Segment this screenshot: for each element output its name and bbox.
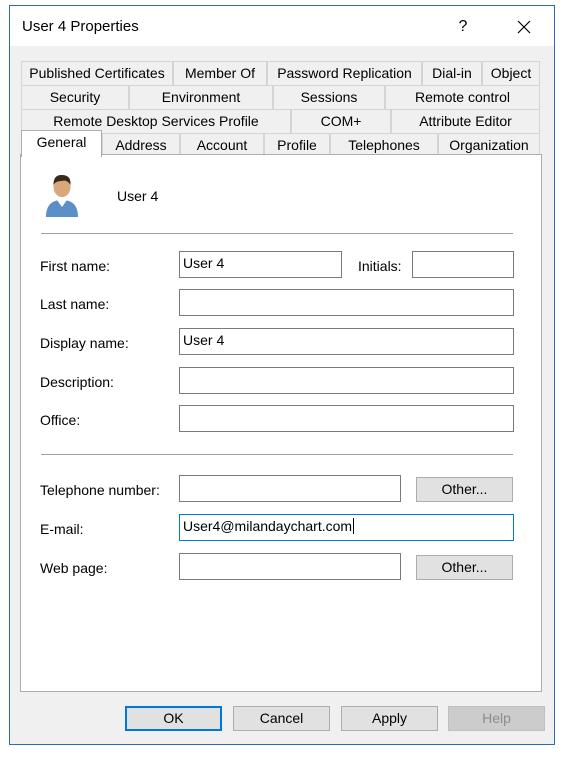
text-caret [353,518,355,534]
cancel-button[interactable]: Cancel [233,706,330,731]
tab-com-plus[interactable]: COM+ [291,109,391,133]
email-value: User4@milandaychart.com [183,518,353,534]
properties-dialog: User 4 Properties ? Published Certificat… [9,5,555,745]
separator [41,233,513,234]
ok-button[interactable]: OK [125,706,222,731]
telephone-field[interactable] [179,475,401,502]
help-button: Help [448,706,545,731]
office-label: Office: [40,412,81,428]
initials-label: Initials: [358,258,402,274]
tab-environment[interactable]: Environment [129,85,273,109]
tab-sessions[interactable]: Sessions [273,85,385,109]
office-field[interactable] [179,405,514,432]
last-name-field[interactable] [179,289,514,316]
initials-field[interactable] [412,251,514,278]
apply-button[interactable]: Apply [341,706,438,731]
display-name-label: Display name: [40,335,129,351]
email-field[interactable]: User4@milandaychart.com [179,514,514,541]
tab-password-replication[interactable]: Password Replication [267,61,422,85]
email-label: E-mail: [40,521,84,537]
last-name-label: Last name: [40,296,110,312]
tab-published-certificates[interactable]: Published Certificates [21,61,173,85]
tab-object[interactable]: Object [482,61,540,85]
user-display-heading: User 4 [117,188,159,204]
tab-dial-in[interactable]: Dial-in [422,61,482,85]
help-icon[interactable]: ? [448,14,478,40]
telephone-other-button[interactable]: Other... [416,477,513,502]
display-name-field[interactable]: User 4 [179,328,514,355]
user-icon [44,173,80,220]
first-name-label: First name: [40,258,111,274]
web-page-other-button[interactable]: Other... [416,555,513,580]
web-page-field[interactable] [179,553,401,580]
description-label: Description: [40,374,114,390]
telephone-label: Telephone number: [40,482,160,498]
separator [41,454,513,455]
tab-member-of[interactable]: Member Of [173,61,267,85]
tab-attribute-editor[interactable]: Attribute Editor [391,109,540,133]
general-tab-panel: User 4 First name: User 4 Initials: Last… [20,154,542,692]
tab-general[interactable]: General [21,130,102,157]
first-name-field[interactable]: User 4 [179,251,342,278]
description-field[interactable] [179,367,514,394]
tab-security[interactable]: Security [21,85,129,109]
window-title: User 4 Properties [22,18,139,35]
close-icon[interactable] [504,14,544,40]
title-bar: User 4 Properties ? [10,6,554,46]
tab-remote-control[interactable]: Remote control [385,85,540,109]
web-page-label: Web page: [40,560,108,576]
